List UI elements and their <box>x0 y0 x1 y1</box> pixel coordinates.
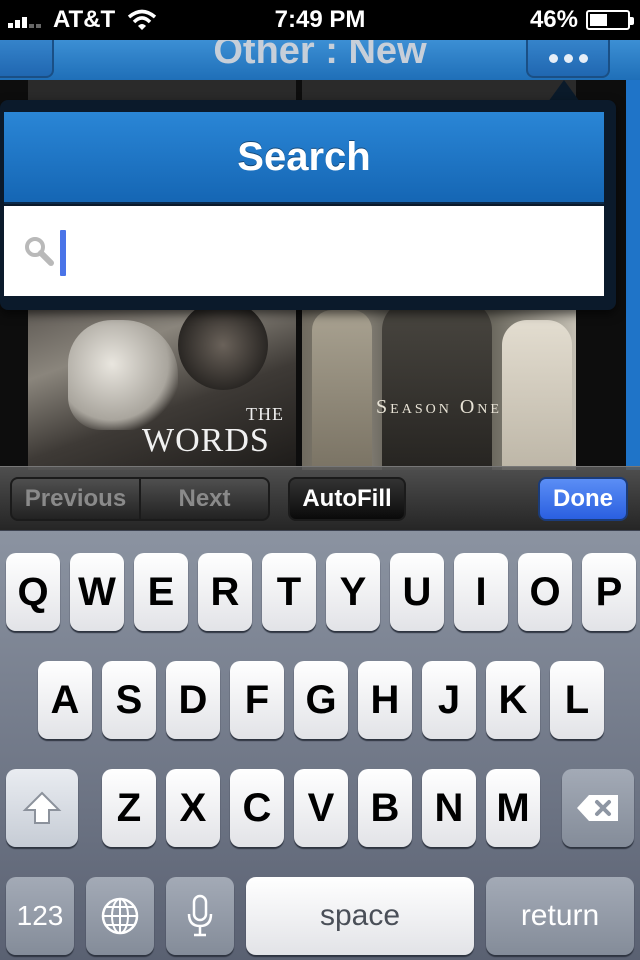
popover-arrow <box>548 80 580 102</box>
key-v[interactable]: V <box>294 769 348 847</box>
tv-poster-season-one[interactable]: Season One <box>302 300 576 470</box>
key-e[interactable]: E <box>134 553 188 631</box>
key-l[interactable]: L <box>550 661 604 739</box>
navigation-bar: Other : New <box>0 40 640 80</box>
key-k[interactable]: K <box>486 661 540 739</box>
key-x[interactable]: X <box>166 769 220 847</box>
autofill-button[interactable]: AutoFill <box>288 477 406 521</box>
key-c[interactable]: C <box>230 769 284 847</box>
search-title: Search <box>237 134 371 179</box>
done-button[interactable]: Done <box>538 477 628 521</box>
key-q[interactable]: Q <box>6 553 60 631</box>
key-s[interactable]: S <box>102 661 156 739</box>
delete-key[interactable] <box>562 769 634 847</box>
key-n[interactable]: N <box>422 769 476 847</box>
key-d[interactable]: D <box>166 661 220 739</box>
poster-title: Season One <box>376 396 502 418</box>
text-cursor <box>60 230 66 276</box>
key-u[interactable]: U <box>390 553 444 631</box>
search-icon <box>25 237 54 266</box>
globe-key[interactable] <box>86 877 154 955</box>
next-button[interactable]: Next <box>139 479 268 519</box>
search-header: Search <box>4 112 604 204</box>
key-h[interactable]: H <box>358 661 412 739</box>
key-o[interactable]: O <box>518 553 572 631</box>
dictation-key[interactable] <box>166 877 234 955</box>
key-m[interactable]: M <box>486 769 540 847</box>
shift-icon <box>22 791 62 824</box>
key-t[interactable]: T <box>262 553 316 631</box>
battery-percent: 46% <box>529 6 578 33</box>
space-key[interactable]: space <box>246 877 474 955</box>
numbers-key[interactable]: 123 <box>6 877 74 955</box>
key-y[interactable]: Y <box>326 553 380 631</box>
key-f[interactable]: F <box>230 661 284 739</box>
side-panel-edge <box>626 80 640 470</box>
key-j[interactable]: J <box>422 661 476 739</box>
key-b[interactable]: B <box>358 769 412 847</box>
movie-poster-the-words[interactable]: THE WORDS <box>28 300 296 470</box>
key-w[interactable]: W <box>70 553 124 631</box>
delete-icon <box>577 795 618 821</box>
battery-status: 46% <box>529 6 634 34</box>
shift-key[interactable] <box>6 769 78 847</box>
more-icon <box>548 53 558 63</box>
return-key[interactable]: return <box>486 877 634 955</box>
search-field[interactable] <box>4 206 604 296</box>
poster-title: WORDS <box>142 422 270 459</box>
battery-icon <box>586 10 634 30</box>
more-options-button[interactable] <box>526 40 610 78</box>
key-i[interactable]: I <box>454 553 508 631</box>
key-z[interactable]: Z <box>102 769 156 847</box>
key-a[interactable]: A <box>38 661 92 739</box>
key-r[interactable]: R <box>198 553 252 631</box>
key-p[interactable]: P <box>582 553 636 631</box>
globe-icon <box>101 897 139 935</box>
microphone-icon <box>187 894 213 937</box>
previous-next-control: Previous Next <box>10 477 270 521</box>
search-popover: Search <box>0 100 616 310</box>
search-input[interactable] <box>60 226 590 276</box>
keyboard: QWERTYUIOP ASDFGHJKL ZXCVBNM 123 space r… <box>0 530 640 960</box>
form-input-toolbar: Previous Next AutoFill Done <box>0 466 640 530</box>
key-g[interactable]: G <box>294 661 348 739</box>
previous-button[interactable]: Previous <box>12 479 139 519</box>
status-bar: AT&T 7:49 PM 46% <box>0 0 640 40</box>
